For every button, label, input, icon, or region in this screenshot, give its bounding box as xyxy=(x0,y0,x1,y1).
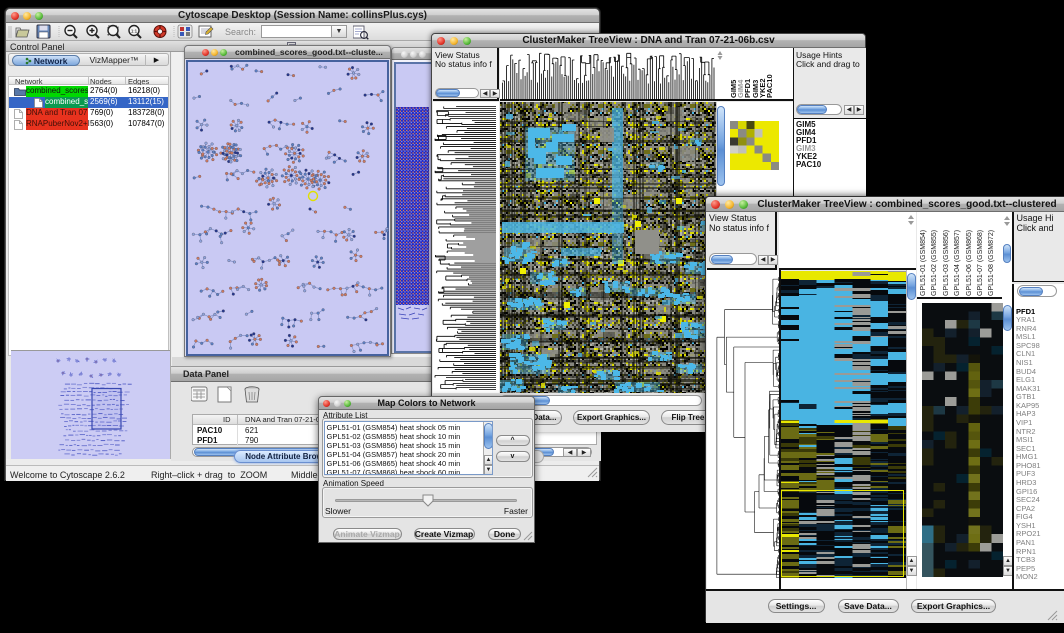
svg-text:Search:: Search: xyxy=(225,27,256,37)
svg-text:1:1: 1:1 xyxy=(131,29,138,34)
